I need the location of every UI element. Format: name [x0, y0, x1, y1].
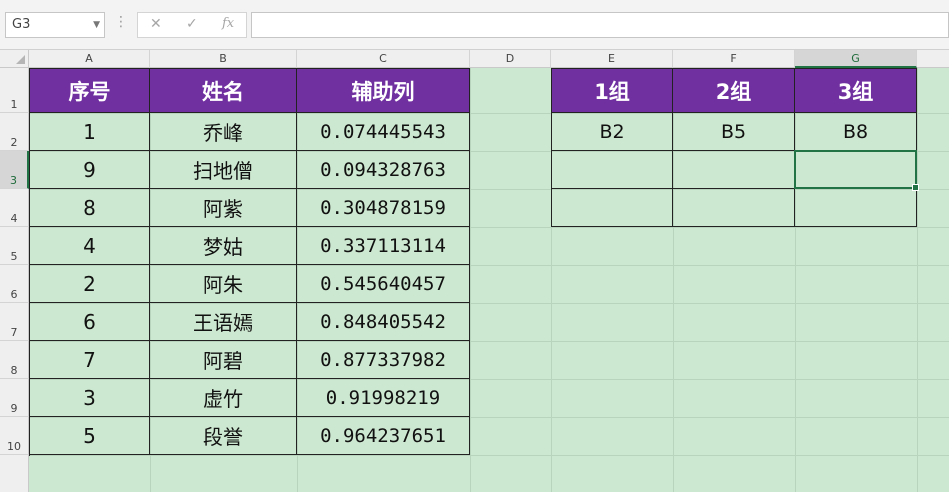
row-header-4[interactable]: 4	[0, 189, 29, 227]
row-number: 9	[10, 402, 18, 415]
name-box-value: G3	[12, 17, 31, 32]
row-header-2[interactable]: 2	[0, 113, 29, 151]
cell-group3[interactable]: B8	[795, 113, 917, 151]
row-header-3[interactable]: 3	[0, 151, 29, 189]
cell-name[interactable]: 阿朱	[150, 265, 297, 303]
cell-seq[interactable]: 8	[29, 189, 150, 227]
cell-seq[interactable]: 1	[29, 113, 150, 151]
row-number: 4	[10, 212, 18, 225]
row-header-6[interactable]: 6	[0, 265, 29, 303]
more-vertical-icon: ⋮	[114, 14, 128, 30]
row-number: 10	[7, 440, 21, 453]
cell-group3[interactable]	[795, 189, 917, 227]
cell-group3[interactable]	[795, 151, 917, 189]
row-header-5[interactable]: 5	[0, 227, 29, 265]
cell-helper[interactable]: 0.545640457	[297, 265, 470, 303]
header-cell-group2[interactable]: 2组	[673, 68, 795, 113]
column-header-e[interactable]: E	[551, 50, 673, 68]
cell-helper[interactable]: 0.877337982	[297, 341, 470, 379]
cell-name[interactable]: 阿紫	[150, 189, 297, 227]
row-number: 2	[10, 136, 18, 149]
gridline	[917, 68, 918, 492]
cell-helper[interactable]: 0.91998219	[297, 379, 470, 417]
check-icon[interactable]: ✓	[186, 16, 198, 32]
formula-buttons: ✕ ✓ fx	[137, 12, 247, 38]
column-header-h[interactable]	[917, 50, 949, 68]
cell-seq[interactable]: 9	[29, 151, 150, 189]
row-number: 6	[10, 288, 18, 301]
cell-name[interactable]: 虚竹	[150, 379, 297, 417]
cell-group2[interactable]	[673, 151, 795, 189]
column-header-c[interactable]: C	[297, 50, 470, 68]
cell-name[interactable]: 梦姑	[150, 227, 297, 265]
column-header-g[interactable]: G	[795, 50, 917, 68]
header-cell-group3[interactable]: 3组	[795, 68, 917, 113]
row-header-10[interactable]: 10	[0, 417, 29, 455]
cell-seq[interactable]: 4	[29, 227, 150, 265]
gridline	[470, 68, 471, 492]
cell-helper[interactable]: 0.094328763	[297, 151, 470, 189]
function-icon[interactable]: fx	[222, 16, 234, 31]
cell-name[interactable]: 阿碧	[150, 341, 297, 379]
cell-seq[interactable]: 2	[29, 265, 150, 303]
cell-group1[interactable]	[551, 151, 673, 189]
cell-helper[interactable]: 0.964237651	[297, 417, 470, 455]
cell-group2[interactable]	[673, 189, 795, 227]
row-header-8[interactable]: 8	[0, 341, 29, 379]
row-header-7[interactable]: 7	[0, 303, 29, 341]
cell-group1[interactable]	[551, 189, 673, 227]
row-number: 7	[10, 326, 18, 339]
column-header-f[interactable]: F	[673, 50, 795, 68]
cell-seq[interactable]: 6	[29, 303, 150, 341]
column-header-b[interactable]: B	[150, 50, 297, 68]
column-header-a[interactable]: A	[29, 50, 150, 68]
row-header-11[interactable]	[0, 455, 29, 492]
cell-name[interactable]: 乔峰	[150, 113, 297, 151]
cell-group1[interactable]: B2	[551, 113, 673, 151]
cell-seq[interactable]: 5	[29, 417, 150, 455]
cell-helper[interactable]: 0.074445543	[297, 113, 470, 151]
formula-bar-area: G3 ▼ ⋮ ✕ ✓ fx	[0, 0, 949, 50]
select-all-button[interactable]	[0, 50, 29, 68]
cell-helper[interactable]: 0.848405542	[297, 303, 470, 341]
cell-name[interactable]: 王语嫣	[150, 303, 297, 341]
column-header-d[interactable]: D	[470, 50, 551, 68]
cell-helper[interactable]: 0.337113114	[297, 227, 470, 265]
row-number: 8	[10, 364, 18, 377]
cancel-icon[interactable]: ✕	[150, 16, 162, 32]
header-cell-helper[interactable]: 辅助列	[297, 68, 470, 113]
row-header-9[interactable]: 9	[0, 379, 29, 417]
row-header-1[interactable]: 1	[0, 68, 29, 113]
chevron-down-icon[interactable]: ▼	[93, 13, 100, 37]
row-number: 5	[10, 250, 18, 263]
cell-seq[interactable]: 3	[29, 379, 150, 417]
cell-group2[interactable]: B5	[673, 113, 795, 151]
select-all-icon	[16, 55, 25, 64]
row-number: 3	[10, 174, 17, 187]
header-cell-seq[interactable]: 序号	[29, 68, 150, 113]
cell-name[interactable]: 段誉	[150, 417, 297, 455]
cell-name[interactable]: 扫地僧	[150, 151, 297, 189]
name-box[interactable]: G3 ▼	[5, 12, 105, 38]
cell-seq[interactable]: 7	[29, 341, 150, 379]
cell-helper[interactable]: 0.304878159	[297, 189, 470, 227]
header-cell-name[interactable]: 姓名	[150, 68, 297, 113]
header-cell-group1[interactable]: 1组	[551, 68, 673, 113]
row-number: 1	[10, 98, 18, 111]
formula-input[interactable]	[251, 12, 949, 38]
